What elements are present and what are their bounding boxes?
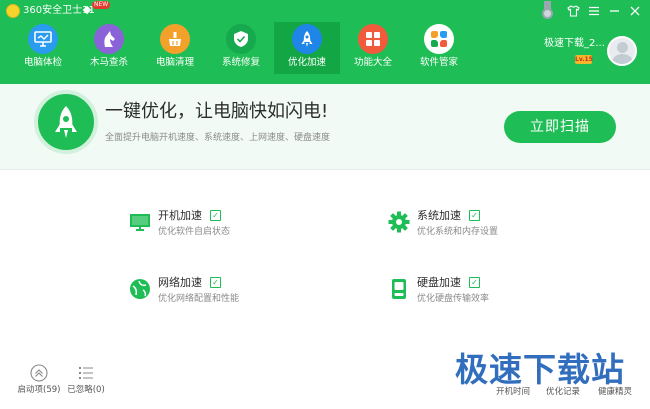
nav-item-checkup[interactable]: 电脑体检: [10, 22, 76, 74]
menu-icon[interactable]: [586, 3, 602, 19]
feature-network-speedup[interactable]: 网络加速 ✓ 优化网络配置和性能: [129, 276, 289, 308]
nav-item-cleanup[interactable]: 电脑清理: [142, 22, 208, 74]
feature-disk-speedup[interactable]: 硬盘加速 ✓ 优化硬盘传输效率: [388, 276, 548, 308]
feature-title: 硬盘加速: [417, 276, 461, 289]
optimize-history-link[interactable]: 优化记录: [546, 387, 580, 398]
feature-desc: 优化系统和内存设置: [417, 227, 499, 237]
page-subtitle: 全面提升电脑开机速度、系统速度、上网速度、硬盘速度: [105, 133, 331, 143]
nav-label: 优化加速: [287, 57, 326, 68]
monitor-icon: [129, 211, 151, 233]
header-bar: 360安全卫士11 NEW 电脑体检 木马查杀 电脑清理 系统修复 优化加速 功…: [0, 0, 650, 84]
close-icon[interactable]: [627, 3, 643, 19]
feature-boot-speedup[interactable]: 开机加速 ✓ 优化软件自启状态: [129, 209, 289, 241]
feature-checkbox[interactable]: ✓: [210, 277, 221, 288]
feature-checkbox[interactable]: ✓: [469, 277, 480, 288]
nav-item-trojan[interactable]: 木马查杀: [76, 22, 142, 74]
horse-icon: [94, 24, 124, 54]
main-nav: 电脑体检 木马查杀 电脑清理 系统修复 优化加速 功能大全 软件管家: [10, 22, 472, 74]
feature-checkbox[interactable]: ✓: [469, 210, 480, 221]
startup-items-button[interactable]: 启动项(59): [14, 364, 64, 396]
feature-title: 系统加速: [417, 209, 461, 222]
medal-icon[interactable]: [539, 1, 555, 21]
watermark-text: 极速下载站: [455, 350, 625, 389]
feature-desc: 优化网络配置和性能: [158, 294, 240, 304]
monitor-check-icon: [28, 24, 58, 54]
hard-disk-icon: [388, 278, 410, 300]
nav-label: 软件管家: [419, 57, 458, 68]
new-badge: NEW: [92, 1, 111, 9]
nav-label: 系统修复: [221, 57, 260, 68]
feature-checkbox[interactable]: ✓: [210, 210, 221, 221]
broom-icon: [160, 24, 190, 54]
nav-label: 木马查杀: [89, 57, 128, 68]
rocket-icon: [34, 90, 98, 154]
scan-now-button[interactable]: 立即扫描: [504, 111, 616, 143]
app-window: 360安全卫士11 NEW 电脑体检 木马查杀 电脑清理 系统修复 优化加速 功…: [0, 0, 650, 409]
nav-item-speedup[interactable]: 优化加速: [274, 22, 340, 74]
nav-label: 电脑体检: [23, 57, 62, 68]
feature-system-speedup[interactable]: 系统加速 ✓ 优化系统和内存设置: [388, 209, 548, 241]
app-logo-icon: [6, 4, 20, 18]
nav-item-features[interactable]: 功能大全: [340, 22, 406, 74]
health-sprite-link[interactable]: 健康精灵: [598, 387, 632, 398]
list-icon: [77, 364, 95, 382]
startup-items-label: 启动项(59): [17, 385, 61, 395]
grid-icon: [358, 24, 388, 54]
nav-label: 电脑清理: [155, 57, 194, 68]
page-title: 一键优化，让电脑快如闪电!: [105, 101, 329, 122]
boot-time-link[interactable]: 开机时间: [496, 387, 530, 398]
software-flower-icon: [424, 24, 454, 54]
chevron-up-circle-icon: [30, 364, 48, 382]
shield-icon: [226, 24, 256, 54]
ignored-items-label: 已忽略(0): [67, 385, 105, 395]
nav-item-repair[interactable]: 系统修复: [208, 22, 274, 74]
feature-title: 网络加速: [158, 276, 202, 289]
title-bar: 360安全卫士11 NEW: [0, 0, 650, 22]
ignored-items-button[interactable]: 已忽略(0): [64, 364, 108, 396]
feature-title: 开机加速: [158, 209, 202, 222]
feature-desc: 优化软件自启状态: [158, 227, 231, 237]
globe-icon: [129, 278, 151, 300]
avatar[interactable]: [607, 36, 637, 66]
skin-icon[interactable]: [565, 3, 581, 19]
gear-icon: [388, 211, 410, 233]
minimize-icon[interactable]: [606, 3, 622, 19]
nav-item-software[interactable]: 软件管家: [406, 22, 472, 74]
rocket-icon: [292, 24, 322, 54]
nav-label: 功能大全: [353, 57, 392, 68]
level-badge: Lv.15: [575, 55, 593, 64]
user-name[interactable]: 极速下载_2...: [544, 38, 605, 50]
feature-desc: 优化硬盘传输效率: [417, 294, 490, 304]
